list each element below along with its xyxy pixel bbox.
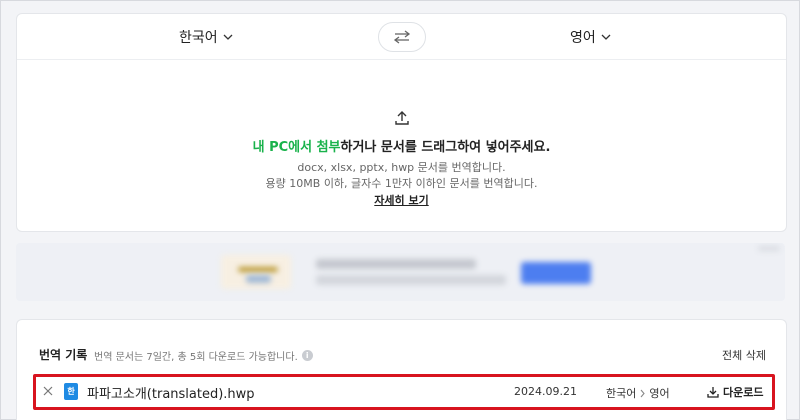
delete-all-button[interactable]: 전체 삭제: [722, 347, 766, 363]
details-link-wrapper: 자세히 보기: [17, 192, 786, 208]
ad-image-blur: [238, 267, 278, 272]
info-icon[interactable]: i: [301, 350, 313, 361]
chevron-right-icon: [640, 389, 646, 397]
source-language-dropdown[interactable]: 한국어: [179, 27, 234, 47]
language-selector-bar: 한국어 영어: [17, 14, 786, 60]
supported-formats-text: docx, xlsx, pptx, hwp 문서를 번역합니다.: [297, 161, 506, 174]
upload-instruction: 내 PC에서 첨부하거나 문서를 드래그하여 넣어주세요.: [17, 136, 786, 155]
translation-language-pair: 한국어 영어: [606, 385, 670, 401]
download-icon: [707, 387, 719, 398]
close-icon[interactable]: [42, 385, 54, 397]
target-language-dropdown[interactable]: 영어: [570, 27, 612, 47]
translated-file-name[interactable]: 파파고소개(translated).hwp: [87, 383, 255, 402]
row-source-language: 한국어: [606, 387, 637, 400]
swap-languages-button[interactable]: [378, 22, 426, 52]
history-note: 번역 문서는 7일간, 총 5회 다운로드 가능합니다. i: [94, 348, 313, 363]
view-details-link[interactable]: 자세히 보기: [374, 194, 428, 207]
attach-from-pc-link[interactable]: 내 PC에서 첨부: [253, 140, 341, 155]
ad-image-blur: [246, 275, 271, 283]
chevron-down-icon: [223, 34, 233, 40]
ad-text-blur: [316, 275, 506, 285]
app-frame: 한국어 영어 내 PC에서 첨부하거나 문서를 드래그하여 넣어주세요. doc…: [0, 0, 800, 420]
chevron-down-icon: [601, 34, 611, 40]
upload-icon: [395, 111, 409, 125]
swap-arrows-icon: [393, 30, 411, 44]
download-button[interactable]: 다운로드: [707, 384, 763, 400]
size-limit-text: 용량 10MB 이하, 글자수 1만자 이하인 문서를 번역합니다.: [265, 177, 538, 190]
translation-date: 2024.09.21: [514, 385, 577, 398]
history-title: 번역 기록: [39, 348, 88, 362]
blurred-ad-banner[interactable]: [16, 243, 785, 301]
ad-button-blur: [521, 262, 591, 284]
document-upload-panel: 한국어 영어 내 PC에서 첨부하거나 문서를 드래그하여 넣어주세요. doc…: [16, 13, 787, 232]
download-label: 다운로드: [723, 386, 764, 399]
ad-text-blur: [316, 259, 476, 269]
ad-image-blur: [221, 255, 291, 289]
target-language-label: 영어: [570, 30, 596, 46]
file-drop-zone[interactable]: 내 PC에서 첨부하거나 문서를 드래그하여 넣어주세요. docx, xlsx…: [17, 60, 786, 230]
history-row: 한 파파고소개(translated).hwp 2024.09.21 한국어 영…: [33, 374, 775, 410]
source-language-label: 한국어: [179, 30, 218, 46]
upload-instruction-rest: 하거나 문서를 드래그하여 넣어주세요.: [340, 140, 551, 155]
hwp-file-icon: 한: [64, 383, 78, 400]
ad-badge-blur: [758, 246, 780, 251]
row-target-language: 영어: [649, 387, 670, 400]
translation-history-panel: 번역 기록 번역 문서는 7일간, 총 5회 다운로드 가능합니다. i 전체 …: [16, 319, 787, 420]
history-note-text: 번역 문서는 7일간, 총 5회 다운로드 가능합니다.: [94, 352, 298, 363]
